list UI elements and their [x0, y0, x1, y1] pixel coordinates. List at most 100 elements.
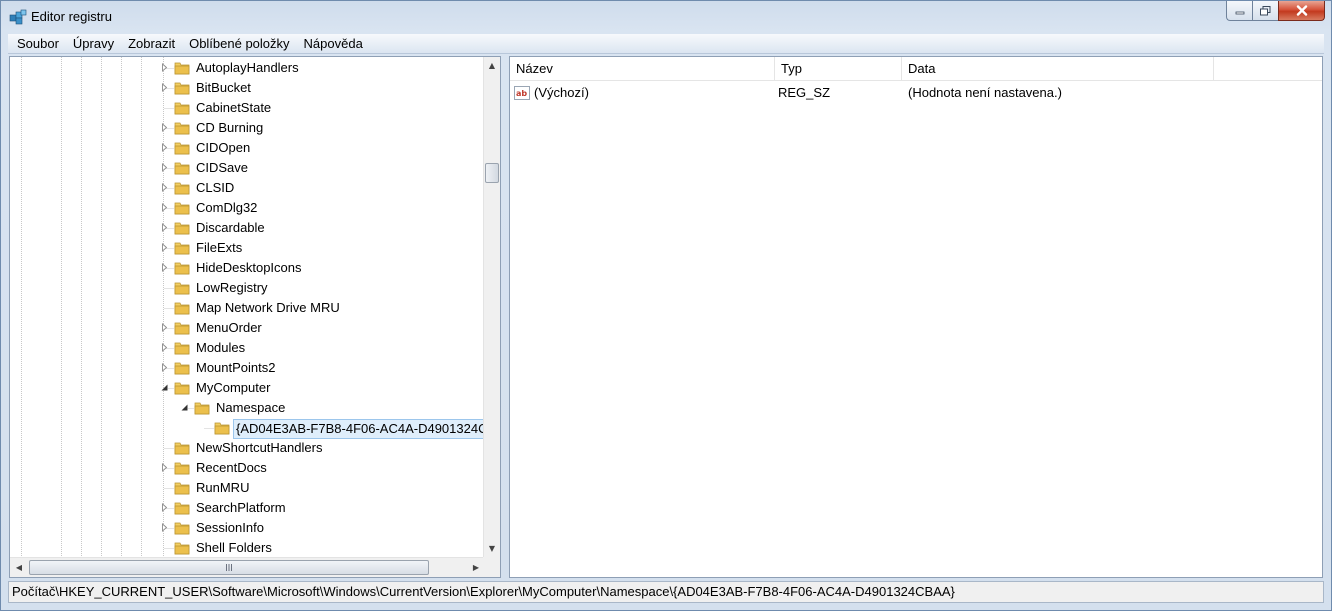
tree-item[interactable]: RecentDocs	[10, 458, 485, 478]
tree-item[interactable]: BitBucket	[10, 78, 485, 98]
folder-icon	[174, 262, 190, 275]
tree-item-label: MenuOrder	[196, 320, 262, 335]
tree-item[interactable]: CIDOpen	[10, 138, 485, 158]
value-data: (Hodnota není nastavena.)	[908, 85, 1062, 100]
window-controls	[1226, 1, 1325, 22]
collapsed-triangle-icon[interactable]	[160, 523, 169, 532]
tree-item[interactable]: Discardable	[10, 218, 485, 238]
tree-item[interactable]: CD Burning	[10, 118, 485, 138]
menu-view[interactable]: Zobrazit	[121, 34, 182, 54]
tree-item[interactable]: NewShortcutHandlers	[10, 438, 485, 458]
tree-item[interactable]: HideDesktopIcons	[10, 258, 485, 278]
collapsed-triangle-icon[interactable]	[160, 263, 169, 272]
folder-icon	[174, 182, 190, 195]
tree-item[interactable]: Shell Folders	[10, 538, 485, 558]
tree-item[interactable]: MyComputer	[10, 378, 485, 398]
tree-item[interactable]: Namespace	[10, 398, 485, 418]
tree-item[interactable]: ComDlg32	[10, 198, 485, 218]
minimize-button[interactable]	[1226, 1, 1252, 21]
scroll-right-arrow-icon[interactable]: ▶	[468, 559, 484, 576]
expanded-triangle-icon[interactable]	[180, 403, 189, 412]
registry-values-list[interactable]: Název Typ Data ab (Výchozí) REG_SZ (Hodn…	[509, 56, 1323, 578]
collapsed-triangle-icon[interactable]	[160, 343, 169, 352]
column-header-name[interactable]: Název	[510, 57, 775, 81]
collapsed-triangle-icon[interactable]	[160, 123, 169, 132]
registry-editor-app-icon	[9, 9, 27, 25]
tree-item-label: RecentDocs	[196, 460, 267, 475]
close-button[interactable]	[1278, 1, 1325, 21]
folder-icon	[174, 342, 190, 355]
scroll-down-arrow-icon[interactable]: ▼	[484, 540, 500, 557]
tree-item-label: CabinetState	[196, 100, 272, 115]
tree-item-label: NewShortcutHandlers	[196, 440, 323, 455]
tree-item[interactable]: Map Network Drive MRU	[10, 298, 485, 318]
tree-item[interactable]: {AD04E3AB-F7B8-4F06-AC4A-D4901324CBAA}	[10, 418, 500, 439]
collapsed-triangle-icon[interactable]	[160, 203, 169, 212]
tree-item[interactable]: MountPoints2	[10, 358, 485, 378]
tree-item-label: Modules	[196, 340, 246, 355]
collapsed-triangle-icon[interactable]	[160, 143, 169, 152]
tree-item-label: CLSID	[196, 180, 235, 195]
tree-item-label: Map Network Drive MRU	[196, 300, 340, 315]
tree-vertical-scrollbar[interactable]: ▲ ▼	[483, 57, 500, 557]
window-title: Editor registru	[31, 9, 112, 24]
tree-item[interactable]: SearchPlatform	[10, 498, 485, 518]
tree-horizontal-scroll-thumb[interactable]	[29, 560, 429, 575]
value-type: REG_SZ	[778, 85, 831, 100]
value-name: (Výchozí)	[534, 85, 589, 100]
collapsed-triangle-icon[interactable]	[160, 63, 169, 72]
folder-icon	[174, 122, 190, 135]
tree-item[interactable]: LowRegistry	[10, 278, 485, 298]
collapsed-triangle-icon[interactable]	[160, 83, 169, 92]
scroll-left-arrow-icon[interactable]: ◀	[11, 559, 27, 576]
tree-vertical-scroll-thumb[interactable]	[485, 163, 499, 183]
tree-item-label: RunMRU	[196, 480, 250, 495]
tree-item[interactable]: FileExts	[10, 238, 485, 258]
folder-icon	[214, 422, 230, 435]
tree-item-label: {AD04E3AB-F7B8-4F06-AC4A-D4901324CBAA}	[233, 419, 500, 439]
tree-item[interactable]: RunMRU	[10, 478, 485, 498]
collapsed-triangle-icon[interactable]	[160, 323, 169, 332]
tree-item-label: HideDesktopIcons	[196, 260, 302, 275]
tree-item[interactable]: CLSID	[10, 178, 485, 198]
tree-item-label: BitBucket	[196, 80, 251, 95]
folder-icon	[194, 402, 210, 415]
tree-item[interactable]: Modules	[10, 338, 485, 358]
tree-item-label: SearchPlatform	[196, 500, 286, 515]
collapsed-triangle-icon[interactable]	[160, 223, 169, 232]
close-icon	[1296, 5, 1307, 16]
collapsed-triangle-icon[interactable]	[160, 183, 169, 192]
tree-item-label: MyComputer	[196, 380, 271, 395]
collapsed-triangle-icon[interactable]	[160, 503, 169, 512]
column-header-type[interactable]: Typ	[775, 57, 902, 81]
tree-horizontal-scrollbar[interactable]: ◀ ▶	[10, 557, 485, 577]
folder-icon	[174, 382, 190, 395]
folder-icon	[174, 442, 190, 455]
tree-item[interactable]: CIDSave	[10, 158, 485, 178]
menu-favorites[interactable]: Oblíbené položky	[182, 34, 296, 54]
collapsed-triangle-icon[interactable]	[160, 363, 169, 372]
title-bar[interactable]: Editor registru	[1, 1, 1331, 33]
collapsed-triangle-icon[interactable]	[160, 243, 169, 252]
scrollbar-corner	[483, 557, 500, 577]
tree-item[interactable]: CabinetState	[10, 98, 485, 118]
minimize-icon	[1235, 11, 1244, 14]
menu-file[interactable]: Soubor	[10, 34, 66, 54]
folder-icon	[174, 282, 190, 295]
registry-key-tree[interactable]: AutoplayHandlers BitBucket CabinetState CD …	[9, 56, 501, 578]
tree-item[interactable]: SessionInfo	[10, 518, 485, 538]
tree-item-label: Discardable	[196, 220, 265, 235]
list-item[interactable]: ab (Výchozí) REG_SZ (Hodnota není nastav…	[510, 82, 1322, 104]
maximize-button[interactable]	[1252, 1, 1278, 21]
collapsed-triangle-icon[interactable]	[160, 463, 169, 472]
expanded-triangle-icon[interactable]	[160, 383, 169, 392]
folder-icon	[174, 82, 190, 95]
collapsed-triangle-icon[interactable]	[160, 163, 169, 172]
tree-item[interactable]: MenuOrder	[10, 318, 485, 338]
scroll-up-arrow-icon[interactable]: ▲	[484, 57, 500, 74]
column-header-data[interactable]: Data	[902, 57, 1214, 81]
tree-item[interactable]: AutoplayHandlers	[10, 58, 485, 78]
menu-edit[interactable]: Úpravy	[66, 34, 121, 54]
folder-icon	[174, 202, 190, 215]
menu-help[interactable]: Nápověda	[297, 34, 370, 54]
